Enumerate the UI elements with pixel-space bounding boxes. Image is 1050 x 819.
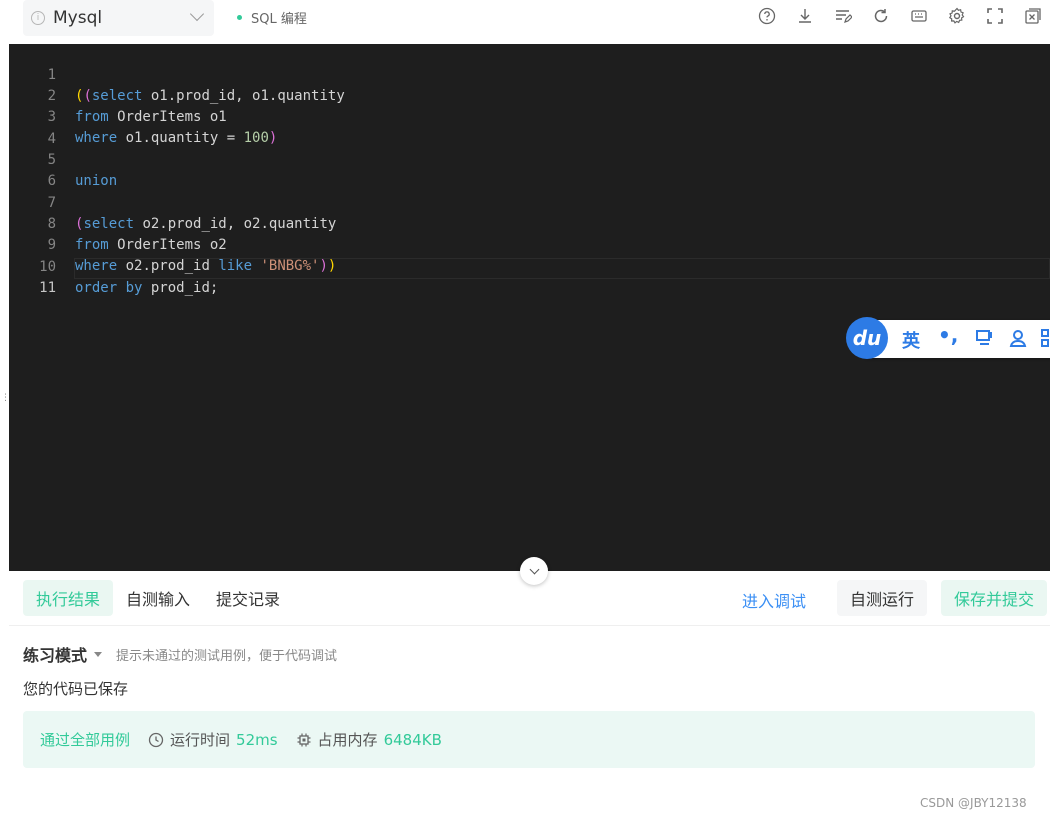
- keyboard-icon[interactable]: [909, 6, 928, 25]
- app-root: ⋮ i Mysql SQL 编程 1 ((select o1.prod_id, …: [0, 0, 1050, 819]
- fullscreen-icon[interactable]: [985, 6, 1004, 25]
- code-line: 1 ((select o1.prod_id, o1.quantity: [9, 44, 1050, 104]
- code-line: 2 from OrderItems o1: [9, 65, 1050, 125]
- saved-message: 您的代码已保存: [23, 680, 129, 698]
- reset-icon[interactable]: [871, 6, 890, 25]
- caret-down-icon[interactable]: [94, 651, 103, 657]
- language-label: Mysql: [53, 8, 103, 28]
- user-icon[interactable]: [1008, 328, 1028, 348]
- memory-metric: 占用内存 6484KB: [296, 729, 442, 750]
- tab-execution-result[interactable]: 执行结果: [23, 580, 113, 616]
- save-submit-button[interactable]: 保存并提交: [941, 580, 1047, 616]
- code-line: 8 from OrderItems o2: [9, 193, 1050, 253]
- code-line: 4: [9, 108, 1050, 147]
- runtime-value: 52ms: [236, 730, 278, 749]
- ime-logo[interactable]: du: [846, 317, 888, 359]
- code-line: 5 union: [9, 129, 1050, 189]
- chevron-down-icon: [189, 6, 205, 22]
- runtime-label: 运行时间: [170, 731, 231, 749]
- tab-custom-input[interactable]: 自测输入: [117, 580, 199, 616]
- code-line: 9 where o2.prod_id like 'BNBG%')): [9, 214, 1050, 274]
- mode-tag: SQL 编程: [237, 8, 307, 27]
- tab-submission-history[interactable]: 提交记录: [207, 580, 289, 616]
- code-line: 11: [9, 257, 1050, 296]
- resize-handle[interactable]: ⋮: [1, 394, 10, 403]
- code-editor[interactable]: 1 ((select o1.prod_id, o1.quantity 2 fro…: [9, 44, 1050, 571]
- memory-label: 占用内存: [317, 731, 378, 749]
- practice-mode-row: 练习模式 提示未通过的测试用例，便于代码调试: [23, 642, 337, 666]
- left-gutter: ⋮: [0, 0, 10, 819]
- chip-icon: [297, 733, 311, 746]
- practice-mode-dropdown[interactable]: 练习模式: [23, 642, 87, 666]
- clock-icon: [148, 732, 164, 747]
- self-test-run-button[interactable]: 自测运行: [837, 580, 927, 616]
- info-icon: i: [31, 11, 45, 25]
- result-tabs-bar: 执行结果 自测输入 提交记录 进入调试 自测运行 保存并提交: [9, 571, 1050, 626]
- skin-icon[interactable]: [974, 328, 994, 348]
- code-line: 7 (select o2.prod_id, o2.quantity: [9, 172, 1050, 232]
- format-icon[interactable]: [833, 6, 852, 25]
- result-summary: 通过全部用例 运行时间 52ms 占用内存 6484KB: [23, 711, 1035, 768]
- watermark: CSDN @JBY12138: [920, 796, 1027, 810]
- pass-status: 通过全部用例: [40, 731, 131, 749]
- enter-debug-button[interactable]: 进入调试: [742, 588, 806, 612]
- grid-icon[interactable]: [1040, 328, 1050, 348]
- help-icon[interactable]: [757, 6, 776, 25]
- toolbar-icons: [757, 6, 1050, 25]
- memory-value: 6484KB: [383, 730, 442, 749]
- practice-mode-hint: 提示未通过的测试用例，便于代码调试: [116, 648, 338, 664]
- code-text: order by prod_id;: [75, 280, 219, 296]
- ime-toolbar: du 英 •,: [846, 317, 1050, 361]
- language-select[interactable]: i Mysql: [23, 0, 214, 36]
- download-icon[interactable]: [795, 6, 814, 25]
- settings-icon[interactable]: [947, 6, 966, 25]
- ime-punctuation-toggle[interactable]: •,: [938, 323, 958, 347]
- code-line: 3 where o1.quantity = 100): [9, 86, 1050, 146]
- mode-label: SQL 编程: [251, 12, 307, 27]
- code-line: 10 order by prod_id;: [9, 236, 1050, 296]
- editor-toolbar: i Mysql SQL 编程: [9, 0, 1050, 44]
- ime-language-toggle[interactable]: 英: [902, 327, 920, 353]
- code-line: 6: [9, 150, 1050, 189]
- runtime-metric: 运行时间 52ms: [148, 729, 278, 750]
- line-number: 11: [39, 280, 56, 296]
- status-dot: [237, 15, 242, 20]
- close-icon[interactable]: [1023, 6, 1042, 25]
